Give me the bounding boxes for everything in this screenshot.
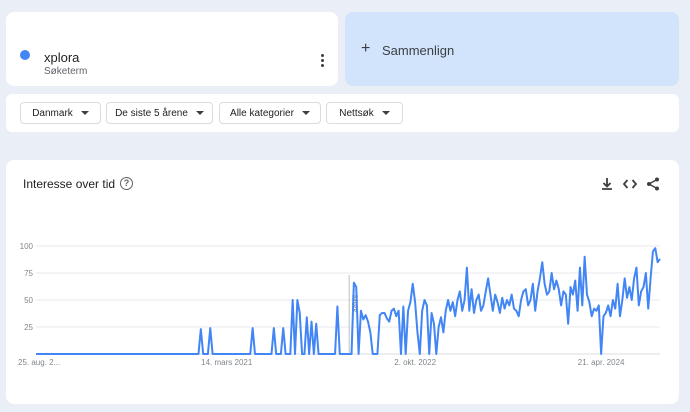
interest-over-time-card: Interesse over tid ? 25 50 75 100 Merk 25. au… — [6, 160, 679, 404]
y-tick-label-75: 75 — [24, 269, 33, 278]
x-tick-label-2: 2. okt. 2022 — [394, 358, 436, 367]
filter-bar: Danmark De siste 5 årene Alle kategorier… — [6, 94, 679, 132]
caret-down-icon — [195, 111, 204, 115]
filter-search-type-label: Nettsøk — [339, 107, 374, 119]
filter-search-type[interactable]: Nettsøk — [326, 102, 403, 124]
compare-button[interactable]: + Sammenlign — [345, 12, 679, 86]
term-color-dot — [20, 50, 30, 60]
caret-down-icon — [381, 111, 390, 115]
filter-time-range-label: De siste 5 årene — [115, 107, 188, 119]
more-vert-icon[interactable] — [318, 54, 326, 68]
filter-category-label: Alle kategorier — [230, 107, 294, 119]
filter-region-label: Danmark — [32, 107, 73, 119]
filter-time-range[interactable]: De siste 5 årene — [106, 102, 213, 124]
caret-down-icon — [80, 111, 89, 115]
plus-icon: + — [361, 40, 371, 57]
series-line-xplora — [36, 247, 661, 355]
filter-category[interactable]: Alle kategorier — [219, 102, 321, 124]
y-tick-label-25: 25 — [24, 323, 33, 332]
caret-down-icon — [301, 111, 310, 115]
interest-line-chart: 255075100Merk25. aug. 2... 14. mars 2021 2… — [18, 242, 661, 367]
y-tick-label-100: 100 — [20, 242, 34, 251]
term-name[interactable]: xplora — [44, 50, 79, 65]
compare-label: Sammenlign — [382, 43, 455, 58]
y-tick-label-50: 50 — [24, 296, 33, 305]
filter-region[interactable]: Danmark — [20, 102, 101, 124]
x-tick-label-3: 21. apr. 2024 — [578, 358, 625, 367]
term-type: Søketerm — [44, 66, 88, 77]
search-term-card: xplora Søketerm — [6, 12, 338, 86]
x-tick-label-0: 25. aug. 2... — [18, 358, 60, 367]
x-tick-label-1: 14. mars 2021 — [201, 358, 253, 367]
